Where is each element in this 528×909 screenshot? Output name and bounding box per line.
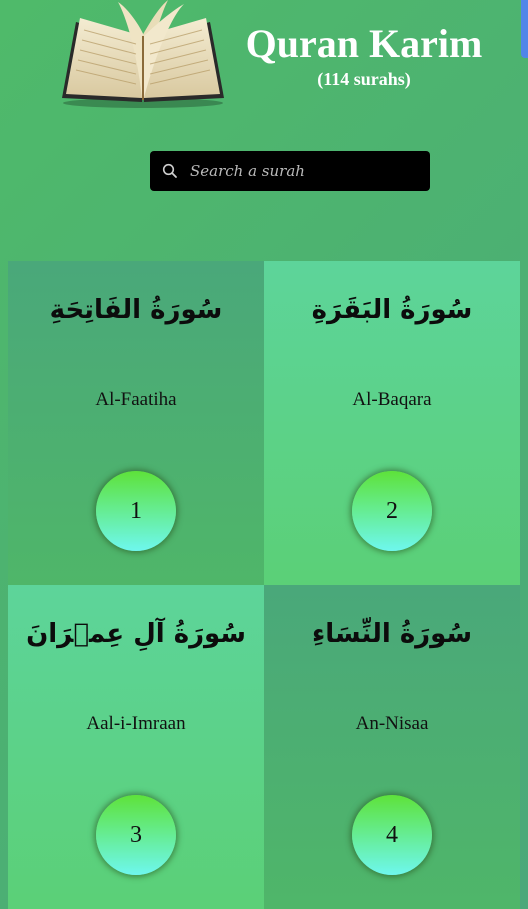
search-bar[interactable]: [150, 151, 430, 191]
surah-english-name: Al-Faatiha: [95, 389, 177, 410]
app-title: Quran Karim: [245, 21, 483, 66]
surah-card-aal-i-imraan[interactable]: سُورَةُ آلِ عِمۡرَانَ Aal-i-Imraan 3: [8, 585, 264, 909]
surah-english-name: Aal-i-Imraan: [86, 713, 186, 734]
surah-card-al-faatiha[interactable]: سُورَةُ الفَاتِحَةِ Al-Faatiha 1: [8, 261, 264, 585]
surah-card-an-nisaa[interactable]: سُورَةُ النِّسَاءِ An-Nisaa 4: [264, 585, 520, 909]
surah-arabic-name: سُورَةُ البَقَرَةِ: [311, 295, 473, 325]
surah-card-al-baqara[interactable]: سُورَةُ البَقَرَةِ Al-Baqara 2: [264, 261, 520, 585]
surah-arabic-name: سُورَةُ آلِ عِمۡرَانَ: [26, 619, 246, 649]
surah-number-badge[interactable]: 3: [96, 795, 176, 875]
surah-number-badge[interactable]: 1: [96, 471, 176, 551]
surah-number-badge[interactable]: 2: [352, 471, 432, 551]
open-book-icon: [62, 0, 224, 108]
surah-english-name: Al-Baqara: [352, 389, 432, 410]
surah-count: (114 surahs): [317, 69, 411, 89]
surah-arabic-name: سُورَةُ النِّسَاءِ: [311, 619, 473, 649]
search-input[interactable]: [190, 162, 420, 180]
surah-number-badge[interactable]: 4: [352, 795, 432, 875]
surah-grid: سُورَةُ الفَاتِحَةِ Al-Faatiha 1 سُورَةُ…: [8, 261, 520, 909]
search-icon[interactable]: [150, 151, 190, 191]
surah-arabic-name: سُورَةُ الفَاتِحَةِ: [49, 295, 223, 325]
surah-english-name: An-Nisaa: [355, 713, 429, 734]
header: Quran Karim (114 surahs): [0, 0, 528, 110]
